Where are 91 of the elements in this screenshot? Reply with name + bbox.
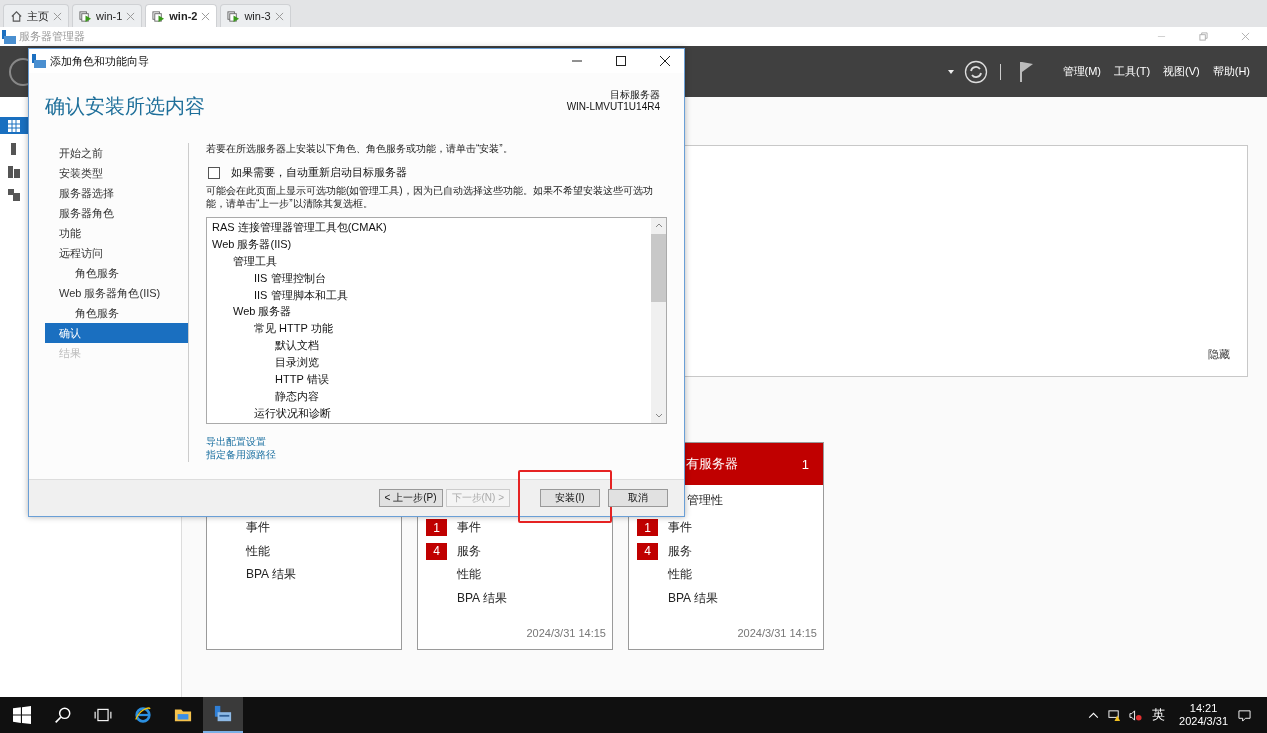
wizard-step[interactable]: 远程访问 [45, 243, 188, 263]
stacked-squares-icon [8, 188, 20, 201]
tile-row-label[interactable]: 性能 [457, 566, 481, 584]
page-heading: 确认安装所选内容 [45, 94, 206, 119]
notification-icon[interactable] [1238, 708, 1251, 722]
list-item: HTTP 错误 [275, 373, 329, 385]
target-server-label: 目标服务器 [610, 89, 660, 101]
wizard-step[interactable]: Web 服务器角色(IIS) [45, 283, 188, 303]
tile-row-label[interactable]: 事件 [246, 519, 270, 537]
link[interactable]: 指定备用源路径 [206, 448, 276, 461]
list-item: RAS 连接管理器管理工具包(CMAK) [212, 221, 387, 233]
tile-row-label[interactable]: 管理性 [687, 492, 723, 509]
menu-item[interactable]: 管理(M) [1062, 64, 1101, 79]
speaker-muted-icon[interactable] [1129, 708, 1143, 722]
timestamp: 2024/3/31 14:15 [737, 627, 817, 639]
link[interactable]: 导出配置设置 [206, 435, 266, 448]
grid-icon [8, 119, 20, 132]
instruction-text: 若要在所选服务器上安装以下角色、角色服务或功能，请单击“安装”。 [206, 142, 514, 155]
list-item: Web 服务器(IIS) [212, 237, 292, 250]
menu-item[interactable]: 帮助(H) [1212, 64, 1250, 79]
dialog-button[interactable]: < 上一步(P) [378, 489, 443, 507]
hide-link[interactable]: 隐藏 [1208, 347, 1230, 362]
checkbox-label[interactable]: 如果需要，自动重新启动目标服务器 [231, 165, 407, 180]
checkbox[interactable] [208, 166, 220, 179]
tile-row-label[interactable]: 事件 [668, 519, 692, 537]
maximize-icon[interactable] [616, 56, 626, 66]
browser-tab[interactable]: 主页 [3, 4, 69, 27]
count-badge: 1 [637, 519, 658, 537]
count-badge: 1 [426, 519, 447, 537]
sidebar-item[interactable] [0, 117, 28, 134]
wizard-step[interactable]: 服务器角色 [45, 203, 188, 223]
target-server-name: WIN-LMVUT1U14R4 [566, 101, 660, 113]
dialog-title: 添加角色和功能向导 [50, 53, 149, 69]
clock[interactable]: 14:21 2024/3/31 [1179, 702, 1228, 728]
wizard-step[interactable]: 确认 [45, 323, 188, 343]
server-manager-icon [214, 705, 232, 723]
tile-row-label[interactable]: BPA 结果 [246, 566, 296, 584]
virtual-machine-icon [79, 9, 92, 23]
tile-row-label[interactable]: BPA 结果 [457, 589, 507, 607]
list-item: 运行状况和诊断 [254, 406, 331, 419]
tile-row-label[interactable]: 事件 [457, 519, 481, 537]
close-icon[interactable] [660, 56, 670, 66]
refresh-icon[interactable] [963, 59, 988, 84]
tile-row-label[interactable]: 服务 [668, 542, 692, 560]
tile-title: 有服务器 [686, 455, 739, 473]
wizard-step[interactable]: 安装类型 [45, 163, 188, 183]
browser-tab[interactable]: win-1 [72, 4, 143, 27]
home-icon [10, 9, 23, 23]
timestamp: 2024/3/31 14:15 [526, 627, 606, 639]
windows-logo-icon [12, 706, 31, 724]
count-badge: 4 [637, 542, 658, 560]
list-item: IIS 管理脚本和工具 [254, 288, 348, 301]
server-manager-icon [2, 29, 16, 44]
tile-row-label[interactable]: 性能 [668, 566, 692, 584]
dialog-button[interactable]: 取消 [608, 489, 668, 507]
wizard-step[interactable]: 角色服务 [45, 263, 188, 283]
task-view-icon [94, 706, 112, 724]
tile-row-label[interactable]: BPA 结果 [668, 589, 718, 607]
dialog-button[interactable]: 安装(I) [540, 489, 600, 507]
network-warning-icon[interactable] [1108, 708, 1122, 722]
scrollbar[interactable] [651, 218, 666, 423]
wizard-step[interactable]: 功能 [45, 223, 188, 243]
flag-icon[interactable] [1018, 59, 1035, 84]
virtual-machine-icon [227, 9, 241, 23]
tile-count: 1 [801, 456, 809, 472]
browser-icon [134, 706, 152, 724]
window-title: 服务器管理器 [19, 29, 85, 44]
taskbar-server-manager-button[interactable] [203, 697, 243, 733]
list-item: 管理工具 [233, 254, 277, 267]
note-text: 可能会在此页面上显示可选功能(如管理工具)，因为已自动选择这些功能。如果不希望安装这些可选功能，请单击“上一步”以清除其复选框。 [206, 184, 654, 210]
virtual-machine-icon [152, 9, 166, 23]
list-item: 默认文档 [275, 339, 319, 352]
tile-row-label[interactable]: 性能 [246, 542, 270, 560]
list-item: 静态内容 [275, 389, 319, 402]
search-icon [54, 706, 72, 724]
count-badge: 4 [426, 542, 447, 560]
menu-item[interactable]: 工具(T) [1114, 64, 1151, 79]
input-method-indicator[interactable]: 英 [1152, 706, 1166, 724]
list-item: Web 服务器 [233, 305, 292, 318]
browser-tab[interactable]: win-3 [220, 4, 291, 27]
list-item: 常见 HTTP 功能 [254, 322, 333, 335]
menu-item[interactable]: 视图(V) [1163, 64, 1200, 79]
browser-tab[interactable]: win-2 [145, 4, 218, 27]
wizard-step[interactable]: 角色服务 [45, 303, 188, 323]
list-item: 目录浏览 [275, 356, 319, 369]
tile-row-label[interactable]: 服务 [457, 542, 481, 560]
server-manager-icon [32, 54, 46, 68]
servers-icon [8, 165, 20, 178]
list-item: IIS 管理控制台 [254, 271, 326, 284]
wizard-step[interactable]: 开始之前 [45, 143, 188, 163]
wizard-step[interactable]: 服务器选择 [45, 183, 188, 203]
